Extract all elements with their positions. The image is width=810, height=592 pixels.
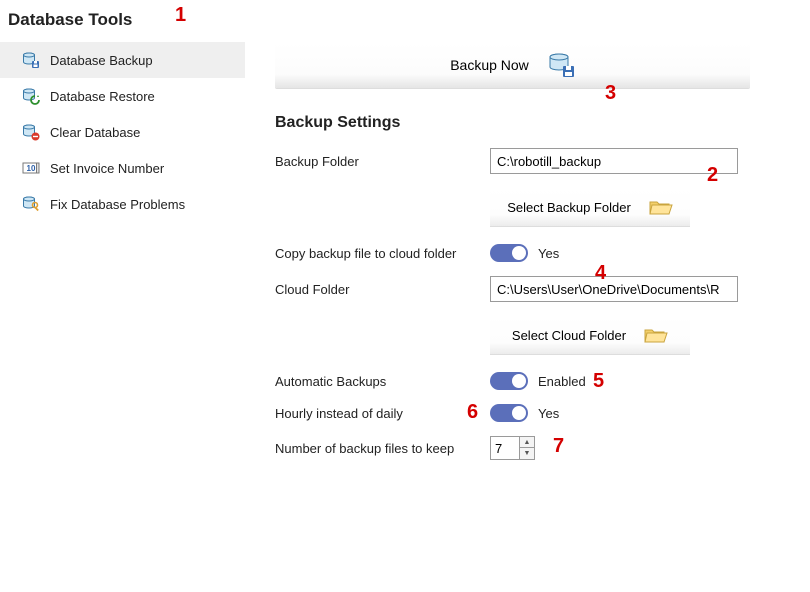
annotation-7: 7 (553, 435, 564, 458)
keep-count-input[interactable] (491, 437, 519, 459)
svg-text:10: 10 (27, 164, 36, 173)
hourly-toggle[interactable] (490, 404, 528, 422)
sidebar-item-clear-database[interactable]: Clear Database (0, 114, 245, 150)
hourly-label: Hourly instead of daily (275, 406, 490, 421)
database-restore-icon (22, 87, 40, 105)
annotation-5: 5 (593, 370, 604, 393)
automatic-backups-label: Automatic Backups (275, 374, 490, 389)
sidebar-item-set-invoice-number[interactable]: 10 Set Invoice Number (0, 150, 245, 186)
sidebar-item-label: Fix Database Problems (50, 197, 185, 212)
sidebar-item-label: Database Backup (50, 53, 153, 68)
spinner-up-button[interactable]: ▲ (520, 437, 534, 448)
folder-open-icon (644, 326, 668, 344)
sidebar-item-label: Database Restore (50, 89, 155, 104)
backup-now-button[interactable]: Backup Now (275, 42, 750, 88)
copy-to-cloud-toggle[interactable] (490, 244, 528, 262)
backup-now-label: Backup Now (450, 57, 529, 73)
select-cloud-folder-button[interactable]: Select Cloud Folder (490, 316, 690, 354)
database-save-icon (547, 52, 575, 78)
spinner-down-button[interactable]: ▼ (520, 448, 534, 459)
select-cloud-folder-label: Select Cloud Folder (512, 328, 626, 343)
sidebar-item-database-backup[interactable]: Database Backup 1 (0, 42, 245, 78)
automatic-backups-value: Enabled (538, 374, 586, 389)
main-panel: Backup Now 3 Backup Settings Backup Fold… (245, 38, 810, 474)
cloud-folder-input[interactable] (490, 276, 738, 302)
section-heading: Backup Settings (275, 114, 750, 132)
hourly-value: Yes (538, 406, 559, 421)
database-backup-icon (22, 51, 40, 69)
copy-to-cloud-label: Copy backup file to cloud folder (275, 246, 490, 261)
automatic-backups-toggle[interactable] (490, 372, 528, 390)
cloud-folder-label: Cloud Folder (275, 282, 490, 297)
keep-count-spinner[interactable]: ▲ ▼ (490, 436, 535, 460)
backup-folder-label: Backup Folder (275, 154, 490, 169)
sidebar-item-fix-database-problems[interactable]: Fix Database Problems (0, 186, 245, 222)
copy-to-cloud-value: Yes (538, 246, 559, 261)
sidebar: Database Backup 1 Database Restore (0, 38, 245, 474)
sidebar-item-database-restore[interactable]: Database Restore (0, 78, 245, 114)
folder-open-icon (649, 198, 673, 216)
database-fix-icon (22, 195, 40, 213)
select-backup-folder-button[interactable]: Select Backup Folder (490, 188, 690, 226)
invoice-number-icon: 10 (22, 159, 40, 177)
sidebar-item-label: Clear Database (50, 125, 140, 140)
backup-folder-input[interactable] (490, 148, 738, 174)
sidebar-item-label: Set Invoice Number (50, 161, 164, 176)
keep-count-label: Number of backup files to keep (275, 441, 490, 456)
database-clear-icon (22, 123, 40, 141)
select-backup-folder-label: Select Backup Folder (507, 200, 631, 215)
page-title: Database Tools (0, 0, 810, 38)
